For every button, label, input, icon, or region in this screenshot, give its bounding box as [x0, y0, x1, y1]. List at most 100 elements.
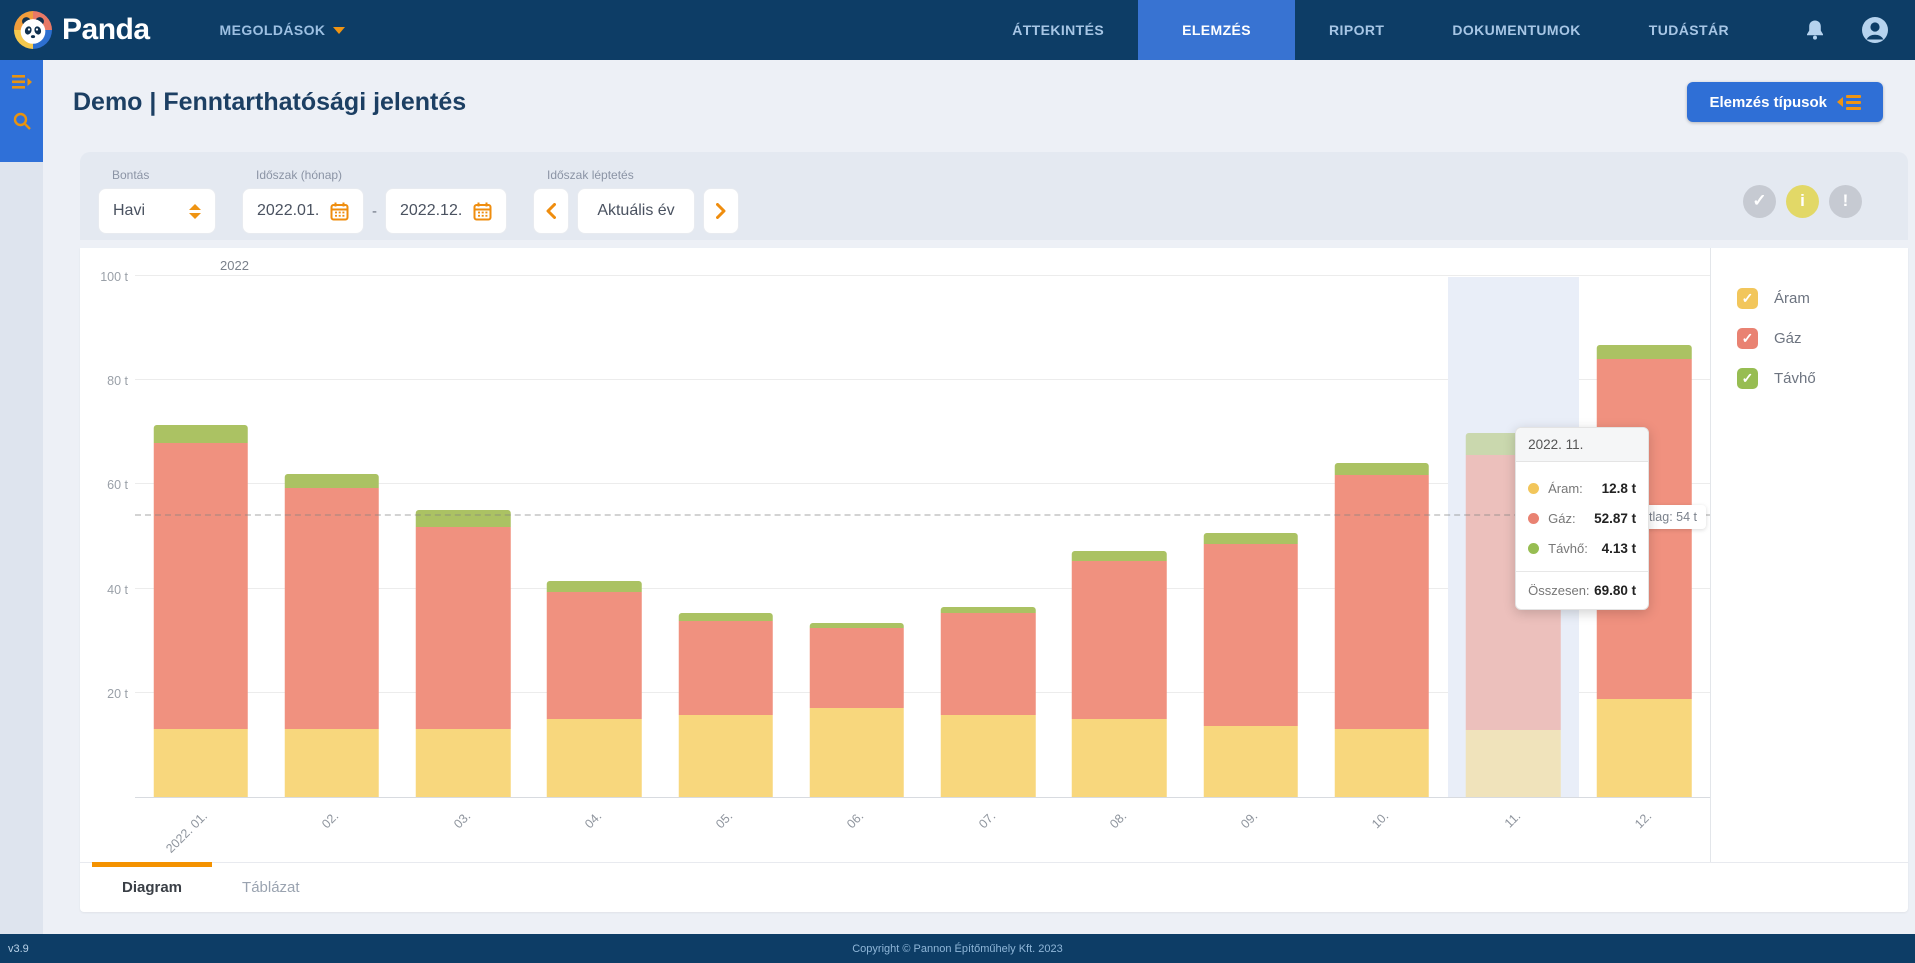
- bar-segment-áram: [941, 715, 1036, 797]
- stacked-bar-08[interactable]: [1072, 551, 1167, 797]
- legend-label: Áram: [1774, 290, 1810, 307]
- x-tick-label: 05.: [713, 809, 735, 831]
- tab-diagram[interactable]: Diagram: [92, 863, 212, 912]
- bar-segment-gáz: [810, 628, 905, 709]
- nav-item-tudástár[interactable]: TUDÁSTÁR: [1615, 0, 1763, 60]
- chevron-down-icon: [333, 27, 345, 34]
- y-tick-label: 80 t: [107, 374, 128, 388]
- tooltip-title: 2022. 11.: [1516, 428, 1648, 462]
- stacked-bar-06[interactable]: [810, 623, 905, 797]
- legend-item-áram[interactable]: ✓ Áram: [1737, 288, 1908, 309]
- list-left-icon: [1837, 95, 1861, 110]
- sidebar-toolbar: [0, 60, 43, 162]
- tooltip-row: Gáz:52.87 t: [1528, 511, 1636, 526]
- series-dot-icon: [1528, 483, 1539, 494]
- legend-item-gáz[interactable]: ✓Gáz: [1737, 328, 1908, 349]
- current-year-button[interactable]: Aktuális év: [577, 188, 695, 234]
- bar-segment-távhő: [1203, 533, 1298, 544]
- stacked-bar-04[interactable]: [547, 581, 642, 797]
- bar-slot: 02.: [266, 277, 397, 797]
- x-tick-label: 11.: [1501, 809, 1523, 831]
- nav-item-elemzés[interactable]: ELEMZÉS: [1138, 0, 1295, 60]
- brand-logo[interactable]: Panda: [0, 0, 168, 60]
- user-account-icon[interactable]: [1861, 16, 1889, 44]
- top-navbar: Panda MEGOLDÁSOK ÁTTEKINTÉSELEMZÉSRIPORT…: [0, 0, 1915, 60]
- x-tick-label: 07.: [976, 809, 998, 831]
- tab-táblázat[interactable]: Táblázat: [212, 863, 330, 912]
- main-content: Demo | Fenntarthatósági jelentés Elemzés…: [43, 60, 1915, 934]
- alert-circle-icon[interactable]: !: [1829, 185, 1862, 218]
- date-range-separator: -: [372, 203, 377, 220]
- bar-slot: 09.: [1185, 277, 1316, 797]
- legend-label: Távhő: [1774, 370, 1816, 387]
- bar-segment-áram: [1072, 719, 1167, 797]
- bar-segment-áram: [153, 729, 248, 797]
- tooltip-series-label: Távhő:: [1548, 541, 1588, 556]
- select-arrows-icon: [189, 204, 201, 219]
- panda-logo-icon: [14, 11, 52, 49]
- stacked-bar-02[interactable]: [285, 474, 380, 797]
- checkbox-checked-icon[interactable]: ✓: [1737, 328, 1758, 349]
- bar-segment-gáz: [547, 592, 642, 719]
- menu-expand-icon[interactable]: [12, 74, 32, 90]
- bar-segment-áram: [1597, 699, 1692, 798]
- period-label: Időszak (hónap): [242, 168, 507, 182]
- search-icon[interactable]: [13, 112, 31, 130]
- bar-segment-távhő: [285, 474, 380, 488]
- x-tick-label: 06.: [845, 809, 867, 831]
- y-axis-labels: 20 t40 t60 t80 t100 t: [80, 277, 128, 798]
- view-tab-bar: DiagramTáblázat: [80, 862, 1908, 912]
- notification-bell-icon[interactable]: [1803, 18, 1827, 42]
- bar-segment-gáz: [941, 613, 1036, 715]
- bar-segment-gáz: [1072, 561, 1167, 720]
- stacked-bar-03[interactable]: [416, 510, 511, 797]
- current-year-label: Aktuális év: [597, 202, 674, 220]
- series-dot-icon: [1528, 543, 1539, 554]
- previous-period-button[interactable]: [533, 188, 569, 234]
- analysis-types-button[interactable]: Elemzés típusok: [1687, 82, 1883, 122]
- bar-segment-áram: [678, 715, 773, 797]
- bar-segment-áram: [810, 708, 905, 797]
- bar-segment-távhő: [1335, 463, 1430, 475]
- page-title: Demo | Fenntarthatósági jelentés: [73, 88, 466, 117]
- bar-segment-távhő: [1597, 345, 1692, 359]
- bar-segment-gáz: [678, 621, 773, 714]
- stacked-bar-202201[interactable]: [153, 425, 248, 797]
- x-tick-label: 02.: [320, 809, 342, 831]
- stacked-bar-07[interactable]: [941, 607, 1036, 797]
- checkbox-checked-icon[interactable]: ✓: [1737, 288, 1758, 309]
- date-to-value: 2022.12.: [400, 202, 462, 220]
- tooltip-series-value: 52.87 t: [1594, 511, 1636, 526]
- nav-item-áttekintés[interactable]: ÁTTEKINTÉS: [978, 0, 1138, 60]
- y-tick-label: 100 t: [100, 270, 128, 284]
- tooltip-total-value: 69.80 t: [1594, 583, 1636, 598]
- bar-segment-áram: [1466, 730, 1561, 797]
- calendar-icon[interactable]: [330, 202, 349, 221]
- legend-item-távhő[interactable]: ✓ Távhő: [1737, 368, 1908, 389]
- date-from-input[interactable]: 2022.01.: [242, 188, 364, 234]
- stacked-bar-05[interactable]: [678, 613, 773, 797]
- calendar-icon[interactable]: [473, 202, 492, 221]
- bar-slot: 10.: [1316, 277, 1447, 797]
- info-circle-icon[interactable]: i: [1786, 185, 1819, 218]
- checkbox-checked-icon[interactable]: ✓: [1737, 368, 1758, 389]
- stacked-bar-09[interactable]: [1203, 533, 1298, 797]
- bar-slot: 03.: [398, 277, 529, 797]
- copyright-text: Copyright © Pannon Építőműhely Kft. 2023: [852, 943, 1063, 955]
- breakdown-select[interactable]: Havi: [98, 188, 216, 234]
- next-period-button[interactable]: [703, 188, 739, 234]
- x-tick-label: 08.: [1107, 809, 1129, 831]
- chart-legend: ✓Áram✓Gáz✓Távhő: [1710, 248, 1908, 862]
- check-circle-icon[interactable]: ✓: [1743, 185, 1776, 218]
- bar-segment-áram: [1203, 726, 1298, 797]
- bar-slot: 2022. 01.: [135, 277, 266, 797]
- bar-segment-távhő: [153, 425, 248, 443]
- breakdown-select-value: Havi: [113, 202, 145, 220]
- solutions-menu[interactable]: MEGOLDÁSOK: [220, 0, 346, 60]
- bar-segment-távhő: [547, 581, 642, 592]
- nav-item-riport[interactable]: RIPORT: [1295, 0, 1418, 60]
- tooltip-series-value: 4.13 t: [1602, 541, 1637, 556]
- brand-name: Panda: [62, 13, 150, 47]
- nav-item-dokumentumok[interactable]: DOKUMENTUMOK: [1418, 0, 1614, 60]
- date-to-input[interactable]: 2022.12.: [385, 188, 507, 234]
